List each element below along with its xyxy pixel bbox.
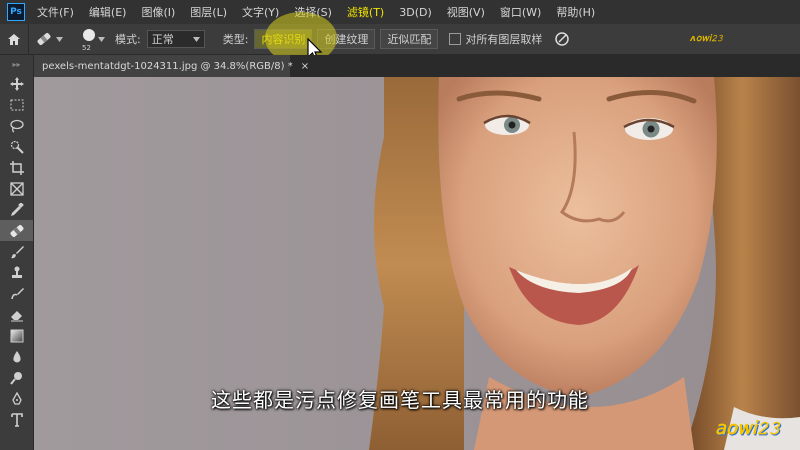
brush-icon — [10, 245, 24, 258]
gradient-tool[interactable] — [0, 325, 33, 346]
options-bar: 52 模式: 正常 类型: 内容识别 创建纹理 近似匹配 对所有图层取样 ᴧ𝗈𝗐… — [0, 24, 800, 55]
menu-help[interactable]: 帮助(H) — [556, 4, 595, 20]
brush-size-picker[interactable]: 52 — [69, 24, 109, 54]
gradient-icon — [10, 329, 23, 342]
tool-preset-picker[interactable] — [29, 31, 69, 47]
marquee-icon — [10, 99, 23, 110]
menu-3d[interactable]: 3D(D) — [399, 6, 432, 19]
eyedropper-tool[interactable] — [0, 199, 33, 220]
quick-select-tool[interactable] — [0, 136, 33, 157]
eyedropper-icon — [10, 202, 24, 216]
type-content-aware-button[interactable]: 内容识别 — [254, 29, 313, 49]
type-create-texture-button[interactable]: 创建纹理 — [317, 29, 376, 49]
panel-grip[interactable]: ▸▸ — [0, 55, 33, 73]
type-label: 类型: — [222, 33, 249, 46]
mode-value: 正常 — [151, 33, 174, 46]
move-icon — [9, 76, 24, 91]
spot-healing-brush-icon — [10, 224, 23, 237]
menu-edit[interactable]: 编辑(E) — [89, 4, 127, 20]
spot-healing-brush-tool[interactable] — [0, 220, 33, 241]
history-brush-tool[interactable] — [0, 283, 33, 304]
crop-icon — [9, 160, 24, 175]
marquee-tool[interactable] — [0, 94, 33, 115]
spot-healing-brush-icon — [37, 33, 51, 45]
menu-filter[interactable]: 滤镜(T) — [347, 4, 384, 20]
brush-tool[interactable] — [0, 241, 33, 262]
watermark-logo-bottom: 𝖺𝗈𝗐𝗂𝟸𝟹 — [715, 418, 780, 439]
document-tab[interactable]: pexels-mentatdgt-1024311.jpg @ 34.8%(RGB… — [34, 55, 309, 77]
frame-icon — [9, 181, 24, 196]
history-brush-icon — [10, 287, 24, 299]
brush-size-value: 52 — [82, 44, 91, 52]
eraser-tool[interactable] — [0, 304, 33, 325]
home-icon — [8, 33, 20, 45]
lasso-icon — [9, 119, 24, 133]
clone-stamp-tool[interactable] — [0, 262, 33, 283]
chevron-down-icon — [192, 36, 200, 42]
menu-select[interactable]: 选择(S) — [294, 4, 332, 20]
clone-stamp-icon — [11, 266, 22, 278]
document-tab-bar: pexels-mentatdgt-1024311.jpg @ 34.8%(RGB… — [34, 55, 800, 77]
type-icon — [10, 412, 23, 427]
mode-select[interactable]: 正常 — [146, 30, 205, 48]
menu-view[interactable]: 视图(V) — [447, 4, 485, 20]
lasso-tool[interactable] — [0, 115, 33, 136]
menu-layer[interactable]: 图层(L) — [190, 4, 227, 20]
chevron-down-icon — [56, 36, 63, 42]
dodge-icon — [9, 371, 22, 385]
menu-type[interactable]: 文字(Y) — [242, 4, 279, 20]
type-proximity-match-button[interactable]: 近似匹配 — [380, 29, 439, 49]
mode-label: 模式: — [115, 33, 141, 46]
home-button[interactable] — [0, 24, 29, 54]
brush-tip-preview — [83, 29, 95, 41]
blur-tool[interactable] — [0, 346, 33, 367]
sample-all-layers-checkbox[interactable] — [449, 33, 462, 45]
video-subtitle: 这些都是污点修复画笔工具最常用的功能 — [211, 388, 589, 412]
menu-image[interactable]: 图像(I) — [141, 4, 175, 20]
watermark-logo: ᴧ𝗈𝗐𝗂𝟸𝟹 — [690, 34, 723, 44]
sample-all-layers-label: 对所有图层取样 — [465, 33, 543, 46]
quick-select-icon — [10, 140, 24, 154]
menu-window[interactable]: 窗口(W) — [500, 4, 541, 20]
close-icon[interactable]: × — [301, 61, 309, 72]
photoshop-logo: Ps — [7, 3, 25, 21]
menu-file[interactable]: 文件(F) — [37, 4, 74, 20]
pressure-size-icon[interactable] — [554, 31, 570, 47]
frame-tool[interactable] — [0, 178, 33, 199]
document-tab-title: pexels-mentatdgt-1024311.jpg @ 34.8%(RGB… — [42, 60, 293, 72]
menu-bar: Ps 文件(F) 编辑(E) 图像(I) 图层(L) 文字(Y) 选择(S) 滤… — [0, 0, 800, 24]
blur-icon — [12, 350, 21, 362]
crop-tool[interactable] — [0, 157, 33, 178]
move-tool[interactable] — [0, 73, 33, 94]
chevron-down-icon — [98, 37, 105, 42]
eraser-icon — [10, 310, 23, 321]
